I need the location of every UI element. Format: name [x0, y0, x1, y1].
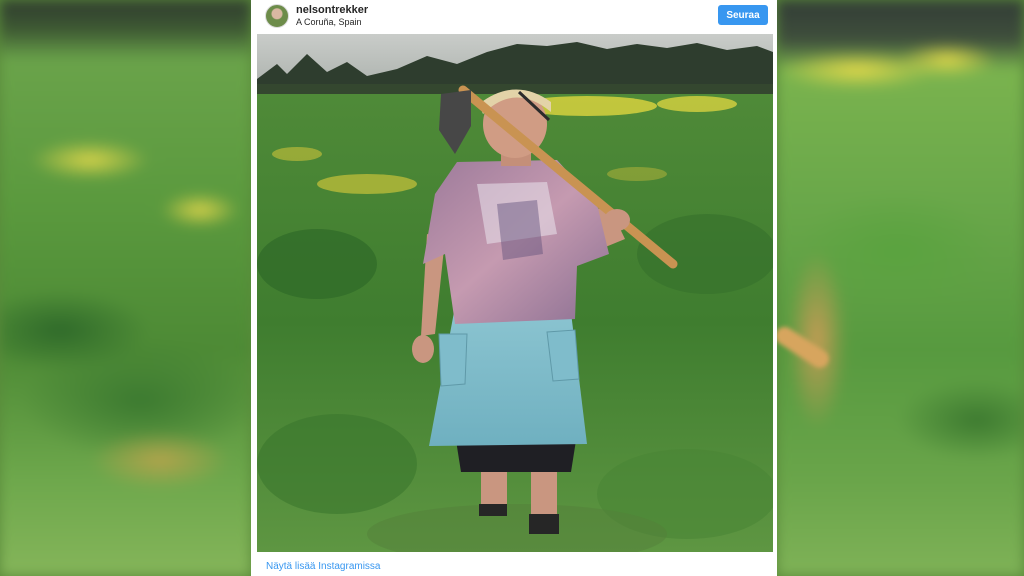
username[interactable]: nelsontrekker — [296, 4, 368, 16]
follow-button[interactable]: Seuraa — [718, 5, 768, 25]
blurred-field-left — [0, 0, 251, 576]
blurred-background-right — [777, 0, 1024, 576]
post-header: nelsontrekker A Coruña, Spain Seuraa — [251, 0, 777, 34]
post-photo[interactable] — [257, 34, 773, 552]
instagram-embed-card: nelsontrekker A Coruña, Spain Seuraa Näy… — [251, 0, 777, 576]
photo-illustration — [257, 34, 773, 552]
view-more-on-instagram-link[interactable]: Näytä lisää Instagramissa — [266, 561, 381, 572]
avatar[interactable] — [265, 4, 289, 28]
blurred-background-left — [0, 0, 251, 576]
blurred-field-right — [777, 0, 1024, 576]
location[interactable]: A Coruña, Spain — [296, 17, 362, 27]
